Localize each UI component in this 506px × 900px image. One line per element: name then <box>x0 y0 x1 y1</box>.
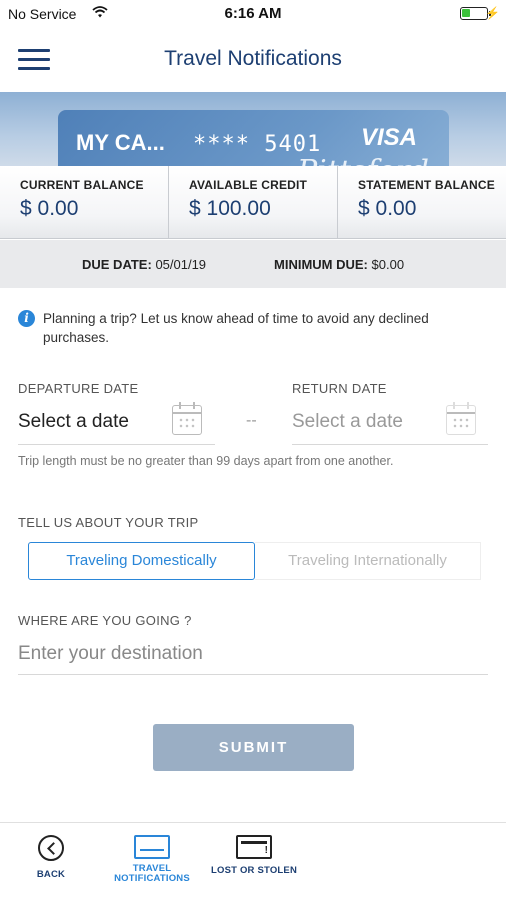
travel-card-icon <box>134 835 170 859</box>
current-balance: CURRENT BALANCE $ 0.00 <box>0 166 168 238</box>
card-name: MY CA... <box>76 130 165 155</box>
due-info: DUE DATE: 05/01/19 MINIMUM DUE: $0.00 <box>0 240 506 288</box>
tab-lost-or-stolen[interactable]: LOST OR STOLEN <box>206 835 302 876</box>
tab-label: BACK <box>36 869 66 880</box>
calendar-icon[interactable] <box>446 402 476 435</box>
balance-label: STATEMENT BALANCE <box>358 178 495 192</box>
trip-length-hint: Trip length must be no greater than 99 d… <box>18 454 394 468</box>
bottom-tab-bar: BACK TRAVELNOTIFICATIONS LOST OR STOLEN <box>0 822 506 900</box>
nav-bar: Travel Notifications <box>0 28 506 92</box>
return-date-field[interactable]: Select a date <box>292 402 488 445</box>
departure-date-value: Select a date <box>18 411 129 432</box>
balance-summary: CURRENT BALANCE $ 0.00 AVAILABLE CREDIT … <box>0 166 506 239</box>
balance-value: $ 0.00 <box>358 197 417 220</box>
statement-balance: STATEMENT BALANCE $ 0.00 <box>337 166 506 238</box>
info-message: i Planning a trip? Let us know ahead of … <box>18 309 488 347</box>
card-banner: MY CA... **** 5401 VISA Pittsford <box>0 92 506 167</box>
due-date: DUE DATE: 05/01/19 <box>82 257 207 272</box>
balance-value: $ 100.00 <box>189 197 271 220</box>
tab-label: LOST OR STOLEN <box>210 865 298 876</box>
submit-button[interactable]: SUBMIT <box>153 724 354 771</box>
destination-label: WHERE ARE YOU GOING ? <box>18 613 192 628</box>
return-date-label: RETURN DATE <box>292 381 387 396</box>
departure-date-label: DEPARTURE DATE <box>18 381 139 396</box>
trip-type-label: TELL US ABOUT YOUR TRIP <box>18 515 199 530</box>
visa-logo: VISA <box>360 124 417 151</box>
status-bar: No Service 6:16 AM ⚡ <box>0 0 506 28</box>
available-credit: AVAILABLE CREDIT $ 100.00 <box>168 166 337 238</box>
balance-value: $ 0.00 <box>20 197 79 220</box>
page-title: Travel Notifications <box>164 47 342 70</box>
balance-label: AVAILABLE CREDIT <box>189 178 308 192</box>
calendar-icon[interactable] <box>172 402 202 435</box>
trip-type-toggle: Traveling Domestically Traveling Interna… <box>28 542 481 580</box>
battery-icon <box>460 7 491 20</box>
back-icon <box>38 835 64 861</box>
status-time: 6:16 AM <box>224 5 282 22</box>
balance-label: CURRENT BALANCE <box>20 178 144 192</box>
charging-icon: ⚡ <box>485 6 500 20</box>
destination-input[interactable] <box>18 633 488 675</box>
departure-date-field[interactable]: Select a date <box>18 402 215 445</box>
date-separator: -- <box>246 412 257 429</box>
info-icon: i <box>18 310 35 327</box>
traveling-domestically-button[interactable]: Traveling Domestically <box>28 542 255 580</box>
info-text: Planning a trip? Let us know ahead of ti… <box>43 311 429 345</box>
tab-label: TRAVEL NOTIFICATIONS <box>114 863 190 884</box>
credit-card-image: MY CA... **** 5401 VISA Pittsford <box>58 110 449 167</box>
tab-back[interactable]: BACK <box>22 835 80 880</box>
traveling-internationally-button[interactable]: Traveling Internationally <box>255 542 481 580</box>
return-date-value: Select a date <box>292 411 403 432</box>
lost-card-icon <box>236 835 272 859</box>
minimum-due: MINIMUM DUE: $0.00 <box>274 257 405 272</box>
tab-travel-notifications[interactable]: TRAVEL NOTIFICATIONS <box>105 835 199 884</box>
